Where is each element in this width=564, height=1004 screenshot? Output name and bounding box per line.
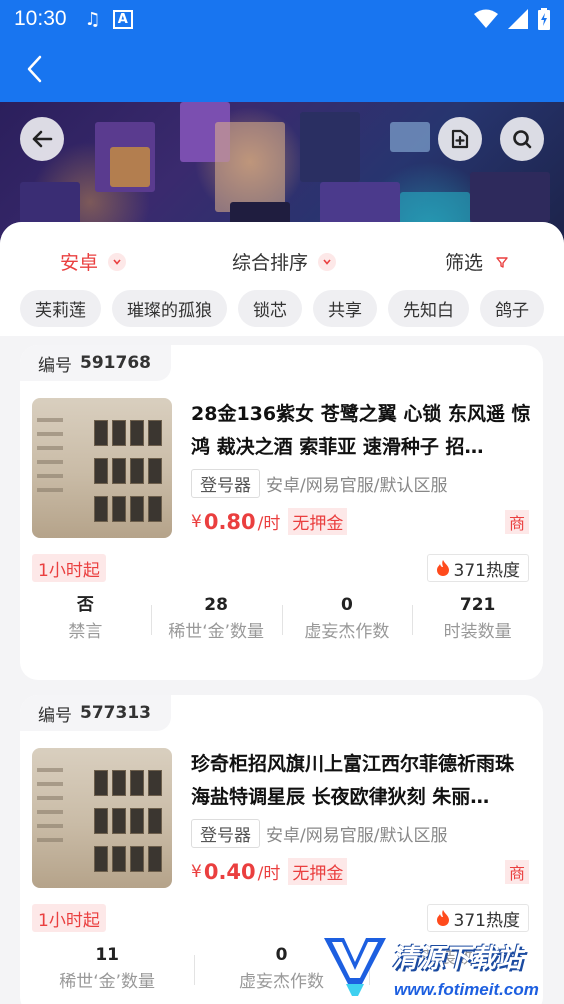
stat-label: 禁言 (68, 622, 103, 642)
price-unit: /时 (257, 514, 281, 534)
price-currency: ¥ (191, 861, 202, 882)
chevron-down-icon (318, 252, 337, 271)
bookmark-button[interactable] (438, 117, 482, 161)
flame-icon (436, 910, 449, 926)
server-info: 安卓/网易官服/默认区服 (266, 826, 448, 846)
stat-label: 稀世‘金’数量 (168, 622, 265, 642)
stat-label: 虚妄杰作数 (304, 622, 390, 642)
login-tool-tag: 登号器 (191, 819, 260, 848)
min-rent-badge: 1小时起 (32, 554, 106, 582)
listing-title: 珍奇柜招风旗川上富江西尔菲德祈雨珠海盐特调星辰 长夜欧律狄刻 朱丽… (191, 753, 515, 808)
funnel-icon (493, 253, 511, 271)
no-deposit-badge: 无押金 (288, 508, 348, 535)
stat-value: 否 (76, 595, 94, 615)
heat-value: 371热度 (453, 560, 520, 581)
price-unit: /时 (257, 864, 281, 884)
flame-icon (436, 560, 449, 576)
search-button[interactable] (500, 117, 544, 161)
listing-price: ¥ 0.80 /时 无押金 (191, 508, 348, 535)
listing-id-badge: 编号 591768 (20, 345, 171, 381)
filter-sort-label: 综合排序 (232, 252, 309, 274)
chevron-left-icon[interactable] (20, 54, 50, 84)
no-deposit-badge: 无押金 (288, 858, 348, 885)
signal-icon (508, 9, 528, 29)
filter-platform-label: 安卓 (60, 252, 99, 274)
listing-stats: 否禁言 28 稀世‘金’数量 0 虚妄杰作数 721 时装数量 (20, 593, 543, 647)
watermark-url: www.fotimeit.com (394, 980, 539, 999)
heat-value: 371热度 (453, 910, 520, 931)
chip-tag[interactable]: 璀璨的孤狼 (112, 290, 227, 327)
search-icon (513, 130, 532, 149)
filter-sort[interactable]: 综合排序 (232, 248, 337, 275)
listing-id-label: 编号 (38, 705, 72, 726)
stat-label: 稀世‘金’数量 (59, 972, 156, 992)
chip-tag[interactable]: 共享 (313, 290, 377, 327)
stat-value: 11 (95, 945, 119, 965)
stat-value: 721 (459, 595, 496, 615)
stat-value: 28 (204, 595, 228, 615)
chip-tag[interactable]: 鸽子 (480, 290, 544, 327)
arrow-left-icon (32, 130, 53, 148)
wifi-icon (474, 9, 498, 28)
filter-platform[interactable]: 安卓 (60, 248, 127, 275)
listing-price: ¥ 0.40 /时 无押金 (191, 858, 348, 885)
server-info: 安卓/网易官服/默认区服 (266, 476, 448, 496)
listing-meta: 登号器 安卓/网易官服/默认区服 (191, 819, 447, 848)
font-a-icon: A (112, 9, 133, 29)
listing-thumbnail (32, 748, 172, 888)
music-note-icon: ♫ (84, 8, 101, 30)
status-time: 10:30 (14, 7, 67, 30)
stat-item: 28 稀世‘金’数量 (150, 593, 282, 647)
min-rent-badge: 1小时起 (32, 904, 106, 932)
login-tool-tag: 登号器 (191, 469, 260, 498)
listing-card[interactable]: 编号 591768 28金136紫女 苍鹭之翼 心锁 东风遥 惊鸿 裁决之酒 索… (20, 345, 543, 680)
chevron-down-icon (108, 252, 127, 271)
listing-thumbnail (32, 398, 172, 538)
price-amount: 0.40 (203, 859, 256, 884)
watermark-logo: 清源下载站 www.fotimeit.com (322, 928, 542, 1004)
price-amount: 0.80 (203, 509, 256, 534)
stat-item: 721 时装数量 (412, 593, 543, 647)
tag-chips: 芙莉莲 璀璨的孤狼 锁芯 共享 先知白 鸽子 (0, 290, 564, 336)
listing-title: 28金136紫女 苍鹭之翼 心锁 东风遥 惊鸿 裁决之酒 索菲亚 速滑种子 招… (191, 403, 531, 458)
nav-bar (0, 38, 564, 102)
watermark-emblem-icon (324, 938, 386, 996)
banner-back-button[interactable] (20, 117, 64, 161)
status-bar: 10:30 ♫ A (0, 0, 564, 38)
merchant-badge: 商 (505, 510, 529, 534)
listing-id: 577313 (80, 703, 151, 723)
listing-meta: 登号器 安卓/网易官服/默认区服 (191, 469, 447, 498)
bookmark-add-icon (451, 129, 469, 149)
price-currency: ¥ (191, 511, 202, 532)
chip-tag[interactable]: 芙莉莲 (20, 290, 101, 327)
heat-badge: 371热度 (426, 554, 529, 582)
filter-screen-label: 筛选 (445, 252, 484, 274)
stat-item: 11 稀世‘金’数量 (20, 943, 194, 997)
stat-item: 否禁言 (20, 593, 151, 647)
watermark-text: 清源下载站 (392, 944, 523, 974)
stat-label: 时装数量 (443, 622, 512, 642)
stat-value: 0 (340, 595, 353, 615)
chip-tag[interactable]: 先知白 (388, 290, 469, 327)
listing-id-label: 编号 (38, 355, 72, 376)
battery-icon (538, 8, 550, 30)
chip-tag[interactable]: 锁芯 (238, 290, 302, 327)
merchant-badge: 商 (505, 860, 529, 884)
filter-screen[interactable]: 筛选 (445, 248, 511, 275)
stat-item: 0 虚妄杰作数 (281, 593, 413, 647)
listing-id-badge: 编号 577313 (20, 695, 171, 731)
listing-id: 591768 (80, 353, 151, 373)
